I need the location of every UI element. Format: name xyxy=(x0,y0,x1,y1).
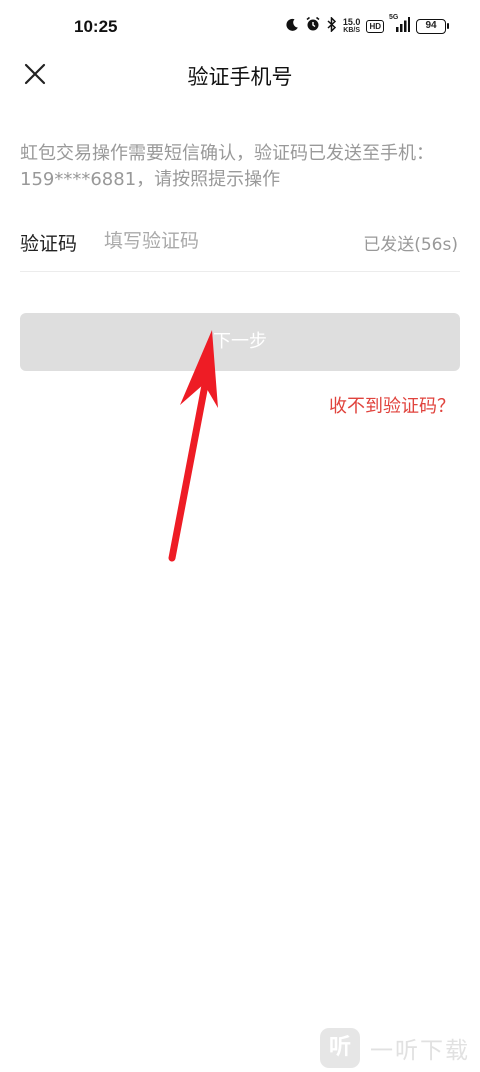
moon-icon xyxy=(285,17,299,36)
resend-countdown[interactable]: 已发送(56s) xyxy=(363,230,458,255)
network-speed-value: 15.0 xyxy=(342,16,361,27)
verification-code-input[interactable] xyxy=(104,225,334,257)
no-code-link[interactable]: 收不到验证码？ xyxy=(329,392,455,418)
sms-description: 虹包交易操作需要短信确认，验证码已发送至手机：159****6881，请按照提示… xyxy=(20,143,434,190)
network-type-label: 5G xyxy=(389,13,399,21)
annotation-arrow-shaft xyxy=(168,381,209,562)
status-bar: 10:25 15.0 KB/S HD 5G 94 xyxy=(0,0,480,52)
status-time: 10:25 xyxy=(74,17,118,36)
watermark-text: 一听下载 xyxy=(370,1038,470,1064)
verification-code-row: 验证码 已发送(56s) xyxy=(20,217,460,272)
network-speed-unit: KB/S xyxy=(343,26,361,34)
nav-bar: 验证手机号 xyxy=(0,52,480,98)
bluetooth-icon xyxy=(327,15,337,36)
status-icons: 15.0 KB/S HD 5G 94 xyxy=(285,13,449,36)
network-speed: 15.0 KB/S xyxy=(342,16,361,35)
alarm-icon xyxy=(305,16,321,36)
battery-indicator: 94 xyxy=(416,18,449,34)
watermark-logo: 听 xyxy=(320,1028,360,1068)
next-step-button[interactable]: 下一步 xyxy=(20,313,460,371)
hd-badge: HD xyxy=(366,19,384,33)
signal-icon: 5G xyxy=(389,13,410,36)
code-label: 验证码 xyxy=(20,233,78,255)
page-title: 验证手机号 xyxy=(187,65,293,89)
watermark: 听 一听下载 xyxy=(320,1028,470,1068)
